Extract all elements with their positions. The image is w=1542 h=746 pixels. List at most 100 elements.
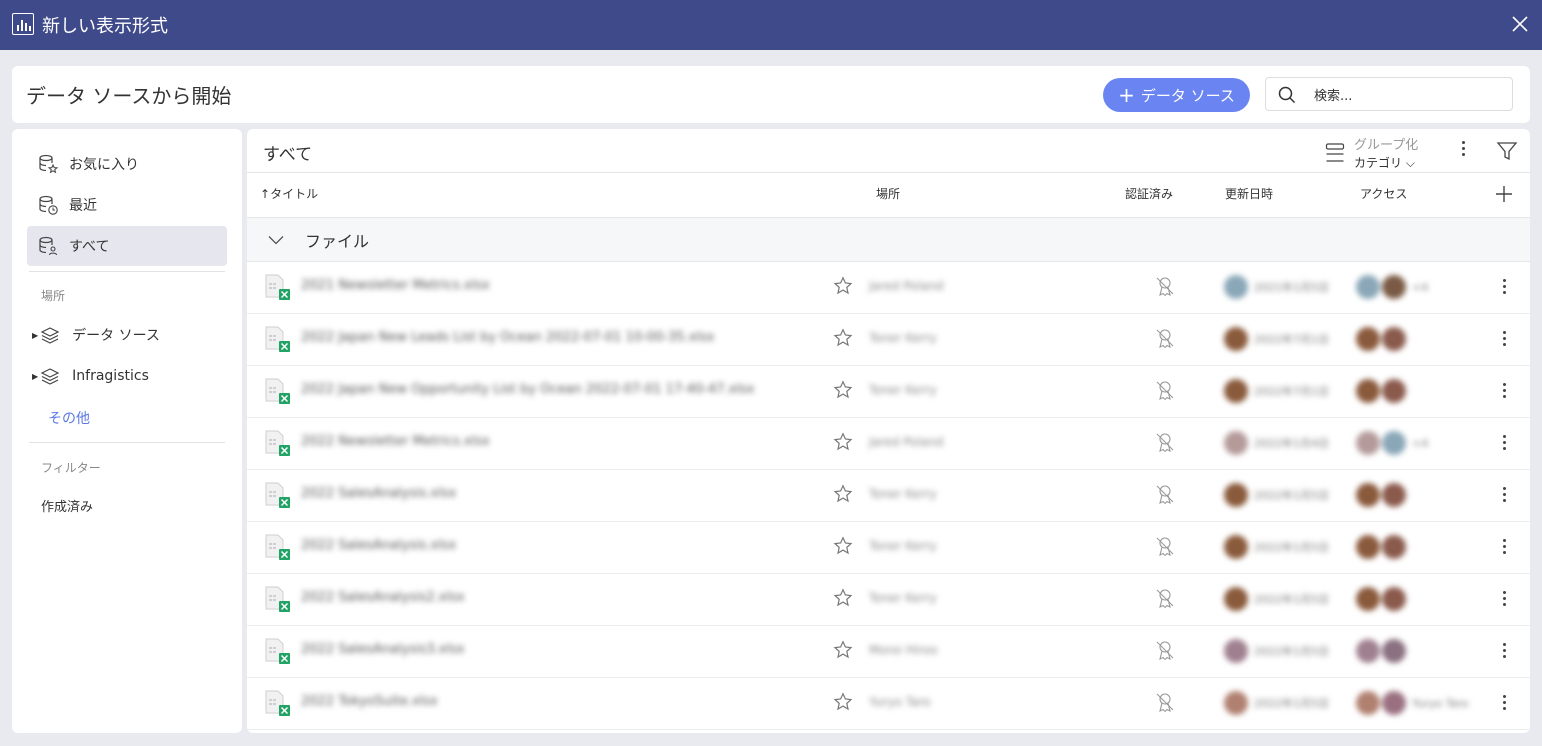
filter-created[interactable]: 作成済み xyxy=(41,496,93,515)
table-row[interactable]: 2021 Newsletter Metrics.xlsx Jared Polan… xyxy=(247,261,1530,314)
file-name[interactable]: 2022 SalesAnalysis.xlsx xyxy=(301,486,456,501)
row-more-options-icon[interactable] xyxy=(1497,381,1511,401)
star-icon[interactable] xyxy=(833,536,853,556)
excel-file-icon xyxy=(265,690,290,716)
row-more-options-icon[interactable] xyxy=(1497,589,1511,609)
sidebar-item-all[interactable]: すべて xyxy=(27,226,227,266)
avatar xyxy=(1356,275,1380,299)
close-icon[interactable] xyxy=(1510,14,1530,34)
avatar xyxy=(1224,587,1248,611)
row-more-options-icon[interactable] xyxy=(1497,641,1511,661)
plus-icon: + xyxy=(1118,83,1135,107)
avatar xyxy=(1356,327,1380,351)
star-icon[interactable] xyxy=(833,588,853,608)
col-header-title[interactable]: ↑タイトル xyxy=(260,185,318,202)
avatar xyxy=(1224,639,1248,663)
add-column-icon[interactable] xyxy=(1494,184,1514,204)
access-cell xyxy=(1356,534,1412,560)
table-row[interactable]: 2022 SalesAnalysis.xlsx Toner Kerry 2022… xyxy=(247,521,1530,574)
col-header-location[interactable]: 場所 xyxy=(876,185,900,202)
file-name[interactable]: 2022 Japan New Opportunity List by Ocean… xyxy=(301,382,754,397)
title-bar: 新しい表示形式 xyxy=(0,0,1542,50)
file-name[interactable]: 2022 SalesAnalysis2.xlsx xyxy=(301,590,465,605)
row-more-options-icon[interactable] xyxy=(1497,277,1511,297)
group-header-files[interactable]: ファイル xyxy=(247,217,1530,262)
row-more-options-icon[interactable] xyxy=(1497,485,1511,505)
col-header-updated[interactable]: 更新日時 xyxy=(1225,185,1273,202)
avatar xyxy=(1382,535,1406,559)
table-row[interactable]: 2022 TokyoSuite.xlsx Yuryo Taro 2022年1月5… xyxy=(247,677,1530,730)
table-row[interactable]: 2022 SalesAnalysis3.xlsx Moroi Hiroo 202… xyxy=(247,625,1530,678)
excel-file-icon xyxy=(265,586,290,612)
table-row[interactable]: 2022 SalesAnalysis2.xlsx Toner Kerry 202… xyxy=(247,573,1530,626)
avatar xyxy=(1224,379,1248,403)
not-certified-icon xyxy=(1156,641,1174,661)
access-cell xyxy=(1356,586,1412,612)
sidebar-item-recent[interactable]: 最近 xyxy=(27,185,227,225)
file-name[interactable]: 2022 SalesAnalysis.xlsx xyxy=(301,538,456,553)
row-more-options-icon[interactable] xyxy=(1497,329,1511,349)
col-header-access[interactable]: アクセス xyxy=(1360,185,1407,202)
star-icon[interactable] xyxy=(833,484,853,504)
group-label: ファイル xyxy=(305,232,370,251)
file-name[interactable]: 2021 Newsletter Metrics.xlsx xyxy=(301,278,490,293)
access-extra: Yuryo Taro xyxy=(1412,696,1469,710)
star-icon[interactable] xyxy=(833,276,853,296)
star-icon[interactable] xyxy=(833,692,853,712)
updated-date: 2022年1月5日 xyxy=(1254,645,1329,658)
add-datasource-button[interactable]: + データ ソース xyxy=(1103,78,1250,112)
star-icon[interactable] xyxy=(833,640,853,660)
not-certified-icon xyxy=(1156,277,1174,297)
divider xyxy=(29,271,225,272)
location-section-label: 場所 xyxy=(41,289,66,303)
search-input[interactable] xyxy=(1312,84,1506,108)
search-icon xyxy=(1278,86,1296,104)
table-row[interactable]: 2022 Japan New Opportunity List by Ocean… xyxy=(247,365,1530,418)
row-more-options-icon[interactable] xyxy=(1497,537,1511,557)
col-header-certified[interactable]: 認証済み xyxy=(1125,185,1173,202)
updated-date: 2022年1月5日 xyxy=(1254,593,1329,606)
access-extra: +4 xyxy=(1412,436,1429,450)
table-row[interactable]: 2022 SalesAnalysis.xlsx Toner Kerry 2022… xyxy=(247,469,1530,522)
updated-date: 2022年1月4日 xyxy=(1254,437,1329,450)
sidebar-item-datasource[interactable]: ▶ データ ソース xyxy=(32,321,160,349)
star-icon[interactable] xyxy=(833,432,853,452)
file-name[interactable]: 2022 TokyoSuite.xlsx xyxy=(301,694,438,709)
caret-right-icon[interactable]: ▶ xyxy=(32,331,38,340)
table-row[interactable]: 2022 Japan New Leads List by Ocean 2022-… xyxy=(247,313,1530,366)
avatar xyxy=(1382,275,1406,299)
more-link[interactable]: その他 xyxy=(48,408,90,428)
avatar xyxy=(1382,639,1406,663)
main-panel: すべて グループ化 カテゴリ ⌵ ↑タイトル 場所 認証済み 更新日時 アクセス… xyxy=(247,129,1530,733)
star-icon[interactable] xyxy=(833,328,853,348)
table-row[interactable]: 2022 Newsletter Metrics.xlsx Jared Polan… xyxy=(247,417,1530,470)
avatar xyxy=(1356,379,1380,403)
avatar xyxy=(1382,691,1406,715)
updated-cell: 2022年1月4日 xyxy=(1224,430,1329,456)
updated-cell: 2022年1月5日 xyxy=(1224,534,1329,560)
star-icon[interactable] xyxy=(833,380,853,400)
file-name[interactable]: 2022 Japan New Leads List by Ocean 2022-… xyxy=(301,330,714,345)
updated-date: 2022年1月5日 xyxy=(1254,489,1329,502)
updated-cell: 2022年7月1日 xyxy=(1224,378,1329,404)
file-name[interactable]: 2022 Newsletter Metrics.xlsx xyxy=(301,434,490,449)
file-name[interactable]: 2022 SalesAnalysis3.xlsx xyxy=(301,642,465,657)
excel-file-icon xyxy=(265,274,290,300)
sidebar-item-favorites[interactable]: お気に入り xyxy=(27,144,227,184)
row-more-options-icon[interactable] xyxy=(1497,693,1511,713)
sidebar-item-infragistics[interactable]: ▶ Infragistics xyxy=(32,362,149,390)
not-certified-icon xyxy=(1156,693,1174,713)
row-more-options-icon[interactable] xyxy=(1497,433,1511,453)
window-title: 新しい表示形式 xyxy=(42,16,168,37)
updated-date: 2022年1月5日 xyxy=(1254,541,1329,554)
avatar xyxy=(1356,691,1380,715)
group-by-dropdown[interactable]: グループ化 カテゴリ ⌵ xyxy=(1325,133,1445,171)
chevron-down-icon xyxy=(268,236,284,245)
more-options-icon[interactable] xyxy=(1455,139,1471,161)
filter-icon[interactable] xyxy=(1496,140,1518,162)
divider xyxy=(29,442,225,443)
access-cell xyxy=(1356,326,1412,352)
avatar xyxy=(1382,483,1406,507)
caret-right-icon[interactable]: ▶ xyxy=(32,372,38,381)
filter-section-label: フィルター xyxy=(41,461,101,475)
